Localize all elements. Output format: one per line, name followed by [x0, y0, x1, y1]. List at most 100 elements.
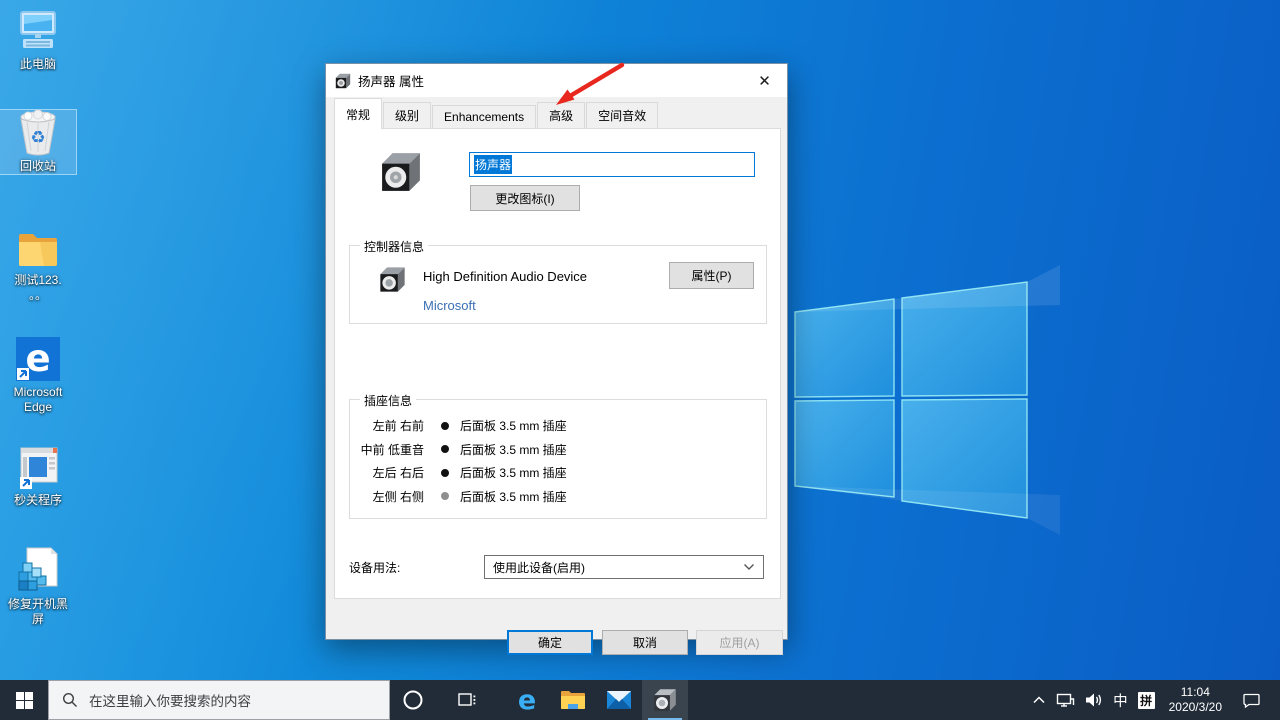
pinyin-badge: 拼 [1138, 692, 1155, 709]
controller-info-group: 控制器信息 High Definition Audio Device Micro… [349, 245, 767, 324]
desktop-icon-quick-close-app[interactable]: 秒关程序 [0, 444, 76, 508]
tab-levels[interactable]: 级别 [383, 102, 431, 129]
tray-ime-pinyin-indicator[interactable]: 拼 [1133, 680, 1160, 720]
tray-clock[interactable]: 11:04 2020/3/20 [1160, 685, 1231, 715]
desktop-icon-fix-black-screen[interactable]: 修复开机黑 屏 [0, 548, 76, 627]
tray-date: 2020/3/20 [1169, 700, 1222, 715]
cancel-button[interactable]: 取消 [602, 630, 688, 655]
jack-info-title: 插座信息 [360, 392, 416, 409]
desktop-icon-label: 回收站 [0, 159, 76, 174]
task-view-button[interactable] [444, 680, 490, 720]
speaker-title-icon [335, 73, 351, 89]
cortana-icon [402, 689, 424, 711]
controller-device-icon [379, 266, 406, 293]
desktop-icon-this-pc[interactable]: 此电脑 [0, 8, 76, 72]
change-icon-button[interactable]: 更改图标(I) [470, 185, 580, 211]
jack-row: 左后 右后 后面板 3.5 mm 插座 [350, 461, 766, 485]
action-center-icon [1243, 693, 1260, 708]
desktop-icon-label: 秒关程序 [0, 493, 76, 508]
tab-strip: 常规 级别 Enhancements 高级 空间音效 [334, 104, 659, 129]
search-placeholder: 在这里输入你要搜索的内容 [89, 690, 251, 710]
jack-color-dot-black [441, 469, 449, 477]
jack-color-dot-orange [441, 445, 449, 453]
windows-start-icon [16, 692, 33, 709]
tray-ime-language-indicator[interactable]: 中 [1108, 680, 1133, 720]
taskbar-file-explorer-button[interactable] [550, 680, 596, 720]
controller-device-name: High Definition Audio Device [423, 269, 587, 284]
tab-advanced[interactable]: 高级 [537, 102, 585, 129]
device-usage-dropdown[interactable]: 使用此设备(启用) [484, 555, 764, 579]
recycle-bin-icon: ♻ [0, 110, 76, 156]
taskbar-sound-app-button-active[interactable] [642, 680, 688, 720]
desktop-icon-label-line2: 屏 [0, 612, 76, 627]
edge-icon: e [518, 685, 536, 716]
mail-icon [606, 690, 632, 710]
close-icon[interactable]: ✕ [742, 64, 787, 97]
ok-button[interactable]: 确定 [507, 630, 593, 655]
dialog-title: 扬声器 属性 [358, 71, 424, 90]
jack-channel-label: 左前 右前 [350, 417, 424, 434]
jack-color-dot-green [441, 422, 449, 430]
chevron-down-icon [743, 563, 755, 571]
cortana-button[interactable] [390, 680, 436, 720]
tab-general[interactable]: 常规 [334, 98, 382, 129]
jack-color-dot-gray [441, 492, 449, 500]
speaker-device-icon [380, 151, 422, 193]
taskbar-mail-button[interactable] [596, 680, 642, 720]
jack-description: 后面板 3.5 mm 插座 [460, 488, 567, 505]
speaker-properties-dialog: 扬声器 属性 ✕ 常规 级别 Enhancements 高级 空间音效 扬声器 … [325, 63, 788, 640]
program-window-icon [0, 444, 76, 490]
jack-channel-label: 左侧 右侧 [350, 488, 424, 505]
tray-network-icon[interactable] [1051, 680, 1080, 720]
windows-logo-wallpaper [770, 265, 1060, 545]
dialog-titlebar[interactable]: 扬声器 属性 ✕ [326, 64, 787, 97]
jack-description: 后面板 3.5 mm 插座 [460, 464, 567, 481]
jack-channel-label: 左后 右后 [350, 464, 424, 481]
properties-button[interactable]: 属性(P) [669, 262, 754, 289]
tray-chevron-up-icon[interactable] [1027, 680, 1051, 720]
device-name-value: 扬声器 [474, 155, 512, 174]
jack-channel-label: 中前 低重音 [350, 441, 424, 458]
apply-button-disabled: 应用(A) [696, 630, 783, 655]
folder-icon [0, 224, 76, 270]
jack-description: 后面板 3.5 mm 插座 [460, 417, 567, 434]
device-usage-label: 设备用法: [349, 559, 400, 576]
desktop-icon-label-line2: Edge [0, 400, 76, 415]
tray-volume-icon[interactable] [1080, 680, 1108, 720]
task-view-icon [457, 691, 477, 709]
search-icon [62, 692, 78, 708]
svg-text:e: e [25, 337, 50, 380]
taskbar: 在这里输入你要搜索的内容 e [0, 680, 1280, 720]
file-explorer-icon [560, 689, 586, 711]
edge-icon: e [0, 336, 76, 382]
taskbar-search-box[interactable]: 在这里输入你要搜索的内容 [48, 680, 390, 720]
system-tray: 中 拼 11:04 2020/3/20 [1027, 680, 1280, 720]
desktop-icon-microsoft-edge[interactable]: e Microsoft Edge [0, 336, 76, 415]
desktop-icon-label: Microsoft [0, 385, 76, 400]
action-center-button[interactable] [1231, 680, 1272, 720]
jack-info-group: 插座信息 左前 右前 后面板 3.5 mm 插座 中前 低重音 后面板 3.5 … [349, 399, 767, 519]
desktop-icon-label: 修复开机黑 [0, 597, 76, 612]
tab-enhancements[interactable]: Enhancements [432, 105, 536, 129]
desktop-icon-recycle-bin[interactable]: ♻ 回收站 [0, 110, 76, 174]
registry-file-icon [0, 548, 76, 594]
device-name-input[interactable]: 扬声器 [469, 152, 755, 177]
general-tab-page: 扬声器 更改图标(I) 控制器信息 High Definition Audio … [334, 128, 781, 599]
taskbar-edge-button[interactable]: e [504, 680, 550, 720]
jack-row: 左侧 右侧 后面板 3.5 mm 插座 [350, 485, 766, 509]
speaker-app-icon [653, 688, 677, 712]
desktop-icon-label: 此电脑 [0, 57, 76, 72]
device-usage-value: 使用此设备(启用) [493, 559, 743, 576]
jack-row: 中前 低重音 后面板 3.5 mm 插座 [350, 438, 766, 462]
controller-info-title: 控制器信息 [360, 238, 428, 255]
start-button[interactable] [0, 680, 48, 720]
tray-time: 11:04 [1169, 685, 1222, 700]
vendor-link[interactable]: Microsoft [423, 298, 476, 313]
desktop-icon-test-folder[interactable]: 测试123. 。。 [0, 224, 76, 303]
tab-spatial-sound[interactable]: 空间音效 [586, 102, 658, 129]
jack-description: 后面板 3.5 mm 插座 [460, 441, 567, 458]
desktop-icon-label: 测试123. [0, 273, 76, 288]
jack-row: 左前 右前 后面板 3.5 mm 插座 [350, 414, 766, 438]
svg-text:♻: ♻ [30, 128, 45, 147]
desktop-icon-label-line2: 。。 [0, 288, 76, 303]
